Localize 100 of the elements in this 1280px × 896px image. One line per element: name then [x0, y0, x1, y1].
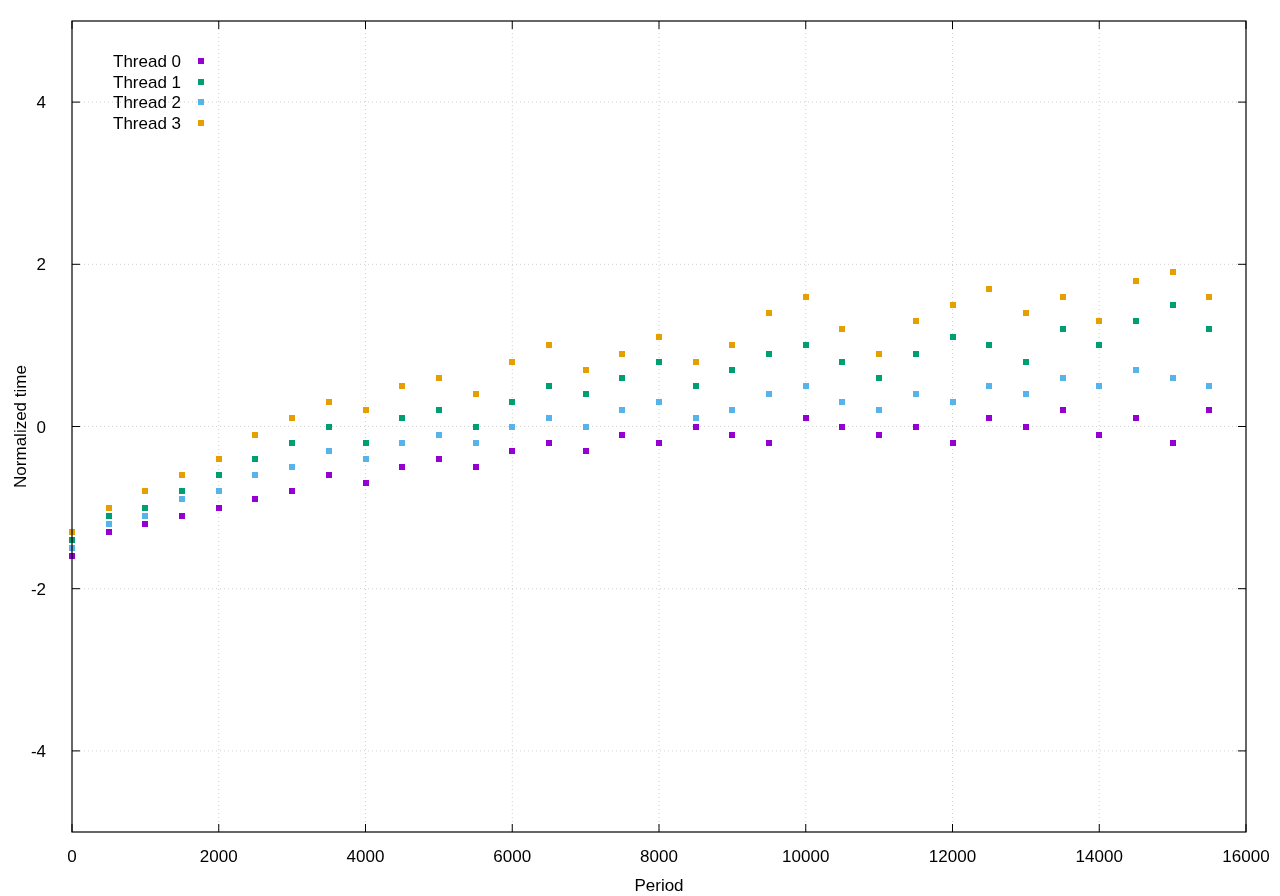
legend-label: Thread 0 — [113, 52, 182, 71]
data-point — [839, 399, 845, 405]
data-point — [106, 513, 112, 519]
x-tick-label: 12000 — [928, 847, 977, 866]
data-point — [1133, 318, 1139, 324]
data-point — [839, 424, 845, 430]
data-point — [619, 407, 625, 413]
data-point — [656, 440, 662, 446]
data-point — [656, 399, 662, 405]
data-point — [363, 407, 369, 413]
data-point — [619, 351, 625, 357]
data-point — [1023, 391, 1029, 397]
legend-label: Thread 1 — [113, 72, 182, 92]
data-point — [289, 415, 295, 421]
data-point — [399, 415, 405, 421]
data-point — [1206, 294, 1212, 300]
data-point — [876, 375, 882, 381]
data-point — [1096, 383, 1102, 389]
data-point — [179, 472, 185, 478]
data-point — [1060, 375, 1066, 381]
data-point — [986, 415, 992, 421]
data-point — [436, 407, 442, 413]
data-point — [619, 375, 625, 381]
data-point — [656, 359, 662, 365]
data-point — [1206, 407, 1212, 413]
data-point — [69, 545, 75, 551]
data-point — [399, 464, 405, 470]
data-point — [1206, 383, 1212, 389]
data-point — [839, 359, 845, 365]
data-point — [729, 432, 735, 438]
data-point — [803, 342, 809, 348]
data-point — [399, 383, 405, 389]
data-point — [509, 448, 515, 454]
data-point — [106, 529, 112, 535]
data-point — [1133, 367, 1139, 373]
legend-label: Thread 3 — [113, 113, 182, 133]
data-point — [252, 472, 258, 478]
data-point — [1096, 318, 1102, 324]
data-point — [1060, 407, 1066, 413]
data-point — [986, 342, 992, 348]
data-point — [729, 407, 735, 413]
data-point — [583, 424, 589, 430]
data-point — [1023, 424, 1029, 430]
data-point — [693, 383, 699, 389]
x-tick-label: 16000 — [1222, 847, 1270, 866]
data-point — [913, 424, 919, 430]
data-point — [546, 342, 552, 348]
data-point — [142, 521, 148, 527]
data-point — [179, 496, 185, 502]
data-point — [1060, 326, 1066, 332]
legend-label: Thread 2 — [113, 93, 182, 112]
data-point — [252, 496, 258, 502]
x-axis-title: Period — [634, 876, 684, 895]
data-point — [693, 415, 699, 421]
data-point — [509, 359, 515, 365]
data-point — [436, 432, 442, 438]
data-point — [766, 440, 772, 446]
data-point — [289, 488, 295, 494]
y-tick-label: -2 — [30, 579, 46, 599]
data-point — [142, 513, 148, 519]
y-axis-title: Normalized time — [11, 365, 30, 488]
data-point — [876, 432, 882, 438]
data-point — [1170, 302, 1176, 308]
data-point — [363, 480, 369, 486]
data-point — [729, 367, 735, 373]
data-point — [546, 440, 552, 446]
data-point — [619, 432, 625, 438]
data-point — [876, 351, 882, 357]
data-point — [1133, 415, 1139, 421]
data-point — [1060, 294, 1066, 300]
data-point — [1206, 326, 1212, 332]
data-point — [106, 521, 112, 527]
data-point — [69, 529, 75, 535]
data-point — [1023, 359, 1029, 365]
data-point — [656, 334, 662, 340]
data-point — [950, 334, 956, 340]
data-point — [950, 302, 956, 308]
y-tick-label: -4 — [30, 741, 46, 761]
data-point — [1170, 440, 1176, 446]
data-point — [913, 318, 919, 324]
data-point — [583, 448, 589, 454]
data-point — [546, 415, 552, 421]
data-point — [289, 464, 295, 470]
data-point — [509, 424, 515, 430]
x-tick-label: 4000 — [346, 847, 385, 866]
data-point — [693, 359, 699, 365]
data-point — [436, 456, 442, 462]
data-point — [363, 440, 369, 446]
y-tick-label: 2 — [36, 255, 46, 275]
data-point — [803, 383, 809, 389]
data-point — [436, 375, 442, 381]
data-point — [1096, 432, 1102, 438]
y-tick-label: 4 — [36, 93, 46, 113]
data-point — [583, 391, 589, 397]
data-point — [69, 553, 75, 559]
data-point — [766, 310, 772, 316]
data-point — [106, 505, 112, 511]
data-point — [473, 464, 479, 470]
data-point — [216, 472, 222, 478]
x-tick-label: 10000 — [782, 847, 830, 866]
